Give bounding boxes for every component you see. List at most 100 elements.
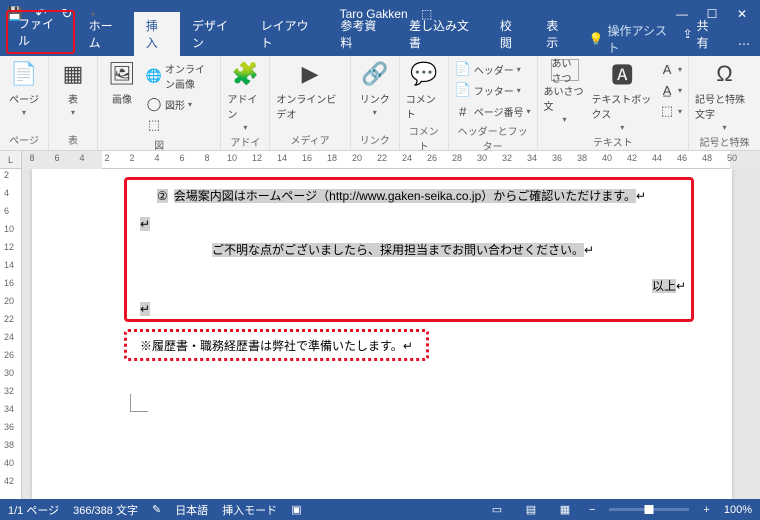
symbol-button[interactable]: Ω 記号と特殊文字 ▾ <box>695 59 754 132</box>
tell-me[interactable]: 💡 操作アシスト <box>589 22 673 56</box>
horizontal-ruler[interactable]: 8642246810121416182022242628303234363840… <box>22 151 760 169</box>
zoom-in-button[interactable]: + <box>703 504 709 516</box>
greeting-button[interactable]: あいさつ あいさつ文 ▾ <box>544 59 586 124</box>
ribbon-group-media: ▶ オンラインビデオ メディア <box>270 56 350 150</box>
ribbon-group-comments: 💬 コメント コメント <box>400 56 449 150</box>
ruler-h-num: 24 <box>402 153 412 163</box>
tab-home[interactable]: ホーム <box>77 12 134 56</box>
object-button[interactable]: ⬚▾ <box>659 101 682 121</box>
tab-file[interactable]: ファイル <box>6 10 75 54</box>
header-button[interactable]: 📄 ヘッダー ▾ <box>455 59 531 79</box>
status-page[interactable]: 1/1 ページ <box>8 502 59 518</box>
wordart-button[interactable]: A▾ <box>659 59 682 79</box>
share-button[interactable]: ⇪ 共有 <box>673 12 728 56</box>
status-bar: 1/1 ページ 366/388 文字 ✎ 日本語 挿入モード ▣ ▭ ▤ ▦ −… <box>0 499 760 520</box>
ribbon-group-addins: 🧩 アドイン ▾ アドイン <box>221 56 270 150</box>
image-icon: 🖼 <box>107 59 137 89</box>
doc-mark-1: ↵ <box>140 217 150 232</box>
ruler-v-num: 42 <box>4 476 14 486</box>
symbol-icon: Ω <box>710 59 740 89</box>
status-spellcheck-icon[interactable]: ✎ <box>152 503 161 516</box>
document-scroll[interactable]: ② 会場案内図はホームページ（http://www.gaken-seika.co… <box>22 169 760 499</box>
vertical-ruler[interactable]: L 246101214162022242630323436384042 <box>0 169 22 499</box>
smartart-button[interactable]: ⬚ <box>146 115 214 135</box>
tab-mailings[interactable]: 差し込み文書 <box>397 12 488 56</box>
status-mode[interactable]: 挿入モード <box>222 502 277 518</box>
comment-button[interactable]: 💬 コメント <box>406 59 442 121</box>
page-icon: 📄 <box>9 59 39 89</box>
comment-icon: 💬 <box>409 59 439 89</box>
doc-line-3: 以上↵ <box>652 277 686 294</box>
online-video-button[interactable]: ▶ オンラインビデオ <box>276 59 343 121</box>
ruler-h-num: 42 <box>627 153 637 163</box>
ruler-v-num: 6 <box>4 206 9 216</box>
document-page[interactable]: ② 会場案内図はホームページ（http://www.gaken-seika.co… <box>32 169 732 499</box>
bulb-icon: 💡 <box>589 32 604 46</box>
ruler-v-num: 10 <box>4 224 14 234</box>
pages-button[interactable]: 📄 ページ ▾ <box>6 59 42 117</box>
group-label-text: テキスト <box>544 132 683 152</box>
tab-layout[interactable]: レイアウト <box>249 12 329 56</box>
ruler-v-num: 26 <box>4 350 14 360</box>
ruler-h-num: 2 <box>104 153 109 163</box>
link-button[interactable]: 🔗 リンク ▾ <box>357 59 393 117</box>
ruler-v-num: 30 <box>4 368 14 378</box>
ruler-h-num: 40 <box>602 153 612 163</box>
ruler-h-num: 6 <box>179 153 184 163</box>
table-button[interactable]: ▦ 表 ▾ <box>55 59 91 117</box>
ribbon-group-illustrations: 🖼 画像 🌐 オンライン画像 ◯ 図形 ▾ ⬚ 図 <box>98 56 221 150</box>
ruler-h-num: 34 <box>527 153 537 163</box>
shapes-button[interactable]: ◯ 図形 ▾ <box>146 94 214 114</box>
ruler-h-num: 28 <box>452 153 462 163</box>
tab-references[interactable]: 参考資料 <box>328 12 397 56</box>
ruler-h-num: 48 <box>702 153 712 163</box>
tab-design[interactable]: デザイン <box>180 12 249 56</box>
video-icon: ▶ <box>295 59 325 89</box>
view-web-button[interactable]: ▦ <box>555 502 575 518</box>
zoom-out-button[interactable]: − <box>589 504 595 516</box>
doc-mark-2: ↵ <box>140 302 150 317</box>
ruler-h-num: 8 <box>204 153 209 163</box>
tab-view[interactable]: 表示 <box>534 12 580 56</box>
ruler-h-num: 46 <box>677 153 687 163</box>
page-corner-mark <box>130 394 148 412</box>
ruler-v-num: 20 <box>4 296 14 306</box>
ruler-h-num: 4 <box>79 153 84 163</box>
ruler-v-num: 16 <box>4 278 14 288</box>
page-number-button[interactable]: # ページ番号 ▾ <box>455 101 531 121</box>
ruler-h-num: 10 <box>227 153 237 163</box>
view-print-button[interactable]: ▤ <box>521 502 541 518</box>
view-read-button[interactable]: ▭ <box>487 502 507 518</box>
status-macro-icon[interactable]: ▣ <box>291 503 301 516</box>
textbox-button[interactable]: 🅰 テキストボックス ▾ <box>592 59 653 132</box>
ruler-h-num: 30 <box>477 153 487 163</box>
zoom-slider[interactable] <box>609 508 689 511</box>
ruler-h-num: 36 <box>552 153 562 163</box>
ruler-h-num: 8 <box>29 153 34 163</box>
ruler-v-num: 32 <box>4 386 14 396</box>
close-button[interactable]: ✕ <box>728 3 756 25</box>
addins-button[interactable]: 🧩 アドイン ▾ <box>227 59 263 132</box>
online-images-icon: 🌐 <box>146 68 162 84</box>
ribbon-group-links: 🔗 リンク ▾ リンク <box>351 56 400 150</box>
image-button[interactable]: 🖼 画像 <box>104 59 140 106</box>
wordart-icon: A <box>659 61 675 77</box>
ruler-h-num: 16 <box>302 153 312 163</box>
ruler-h-num: 50 <box>727 153 737 163</box>
tab-insert[interactable]: 挿入 <box>134 12 180 56</box>
tab-review[interactable]: 校閲 <box>488 12 534 56</box>
ribbon-group-text: あいさつ あいさつ文 ▾ 🅰 テキストボックス ▾ A▾ A̲▾ ⬚▾ テキスト <box>538 56 690 150</box>
status-words[interactable]: 366/388 文字 <box>73 502 138 518</box>
ruler-v-num: 14 <box>4 260 14 270</box>
ribbon-options-button[interactable]: ⋯ <box>728 32 760 56</box>
dropcap-button[interactable]: A̲▾ <box>659 80 682 100</box>
zoom-level[interactable]: 100% <box>724 504 752 516</box>
ruler-v-num: 12 <box>4 242 14 252</box>
online-images-button[interactable]: 🌐 オンライン画像 <box>146 59 214 93</box>
footer-button[interactable]: 📄 フッター ▾ <box>455 80 531 100</box>
ruler-v-num: 22 <box>4 314 14 324</box>
ruler-h-num: 12 <box>252 153 262 163</box>
ruler-h-num: 22 <box>377 153 387 163</box>
ruler-h-num: 44 <box>652 153 662 163</box>
status-language[interactable]: 日本語 <box>175 502 208 518</box>
